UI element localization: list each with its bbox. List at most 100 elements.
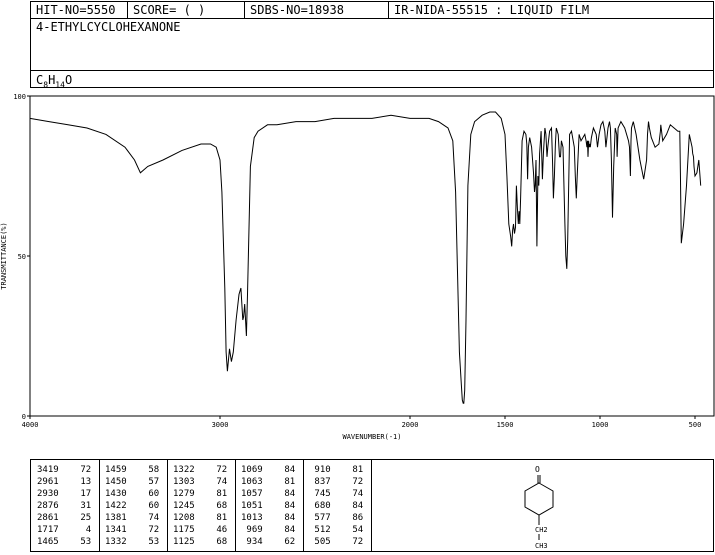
peak-wavenumber: 2876 (37, 501, 59, 511)
peak-wavenumber: 1465 (37, 537, 59, 547)
y-axis-label: TRANSMITTANCE(%) (0, 222, 8, 289)
peak-wavenumber: 2861 (37, 513, 59, 523)
peak-wavenumber: 1430 (105, 489, 127, 499)
peak-wavenumber: 1332 (105, 537, 127, 547)
spectrum-line (29, 111, 702, 404)
peak-row: 934 62 (241, 536, 295, 548)
peak-transmittance: 74 (137, 513, 160, 523)
header-bar: HIT-NO=5550 SCORE= ( ) SDBS-NO=18938 IR-… (30, 1, 714, 19)
peak-transmittance: 25 (69, 513, 92, 523)
peak-wavenumber: 1450 (105, 477, 127, 487)
molecular-formula: C8H14O (36, 73, 73, 90)
peak-column: 1322 72 1303 74 1279 81 1245 68 1208 81 1175 … (173, 464, 227, 548)
peak-transmittance: 72 (341, 477, 364, 487)
oxygen-label: O (535, 465, 540, 474)
peak-row: 2861 25 (37, 512, 91, 524)
peak-wavenumber: 680 (309, 501, 331, 511)
peak-row: 1381 74 (105, 512, 159, 524)
peak-row: 1125 68 (173, 536, 227, 548)
peak-row: 1069 84 (241, 464, 295, 476)
peak-row: 1208 81 (173, 512, 227, 524)
peak-wavenumber: 745 (309, 489, 331, 499)
peak-row: 969 84 (241, 524, 295, 536)
peak-transmittance: 84 (273, 513, 296, 523)
peak-row: 1450 57 (105, 476, 159, 488)
peak-row: 1459 58 (105, 464, 159, 476)
peak-row: 1422 60 (105, 500, 159, 512)
peak-transmittance: 68 (205, 537, 228, 547)
peak-transmittance: 60 (137, 489, 160, 499)
peak-wavenumber: 1381 (105, 513, 127, 523)
peak-wavenumber: 1063 (241, 477, 263, 487)
peak-transmittance: 81 (273, 477, 296, 487)
peak-row: 512 54 (309, 524, 363, 536)
peak-wavenumber: 1069 (241, 465, 263, 475)
peak-row: 2876 31 (37, 500, 91, 512)
y-tick-label: 100 (13, 93, 26, 101)
peak-wavenumber: 1422 (105, 501, 127, 511)
peak-wavenumber: 2961 (37, 477, 59, 487)
peak-transmittance: 74 (205, 477, 228, 487)
formula-divider (31, 70, 713, 71)
peak-row: 1245 68 (173, 500, 227, 512)
cyclohexane-ring (524, 482, 554, 516)
sdbs-number: SDBS-NO=18938 (245, 2, 389, 19)
peak-transmittance: 72 (341, 537, 364, 547)
peak-wavenumber: 837 (309, 477, 331, 487)
peak-transmittance: 31 (69, 501, 92, 511)
peak-transmittance: 68 (205, 501, 228, 511)
peak-row: 1057 84 (241, 488, 295, 500)
peak-transmittance: 74 (341, 489, 364, 499)
peak-wavenumber: 910 (309, 465, 331, 475)
peak-transmittance: 72 (137, 525, 160, 535)
peak-row: 2961 13 (37, 476, 91, 488)
peak-wavenumber: 1341 (105, 525, 127, 535)
peak-wavenumber: 1279 (173, 489, 195, 499)
x-tick-label: 500 (689, 421, 702, 429)
peak-transmittance: 53 (137, 537, 160, 547)
molecular-structure: O CH2 CH3 (524, 465, 554, 550)
ch2-label: CH2 (535, 526, 548, 534)
peak-wavenumber: 1322 (173, 465, 195, 475)
peak-row: 505 72 (309, 536, 363, 548)
peak-transmittance: 81 (205, 489, 228, 499)
peak-column-separator (167, 460, 168, 551)
peak-row: 837 72 (309, 476, 363, 488)
compound-name: 4-ETHYLCYCLOHEXANONE (36, 20, 181, 34)
peak-transmittance: 13 (69, 477, 92, 487)
x-tick-label: 1500 (497, 421, 514, 429)
peak-transmittance: 4 (69, 525, 92, 535)
x-tick-label: 1000 (592, 421, 609, 429)
x-tick-label: 4000 (22, 421, 39, 429)
peak-row: 910 81 (309, 464, 363, 476)
peak-row: 1303 74 (173, 476, 227, 488)
peak-row: 1051 84 (241, 500, 295, 512)
peak-row: 1063 81 (241, 476, 295, 488)
ir-info: IR-NIDA-55515 : LIQUID FILM (394, 3, 590, 17)
peak-row: 2930 17 (37, 488, 91, 500)
peak-transmittance: 84 (341, 501, 364, 511)
peak-wavenumber: 505 (309, 537, 331, 547)
peak-row: 1322 72 (173, 464, 227, 476)
peak-column: 1069 84 1063 81 1057 84 1051 84 1013 84 969 … (241, 464, 295, 548)
peak-row: 1175 46 (173, 524, 227, 536)
hit-number: HIT-NO=5550 (31, 2, 128, 19)
peak-row: 1279 81 (173, 488, 227, 500)
peak-transmittance: 84 (273, 489, 296, 499)
x-tick-label: 2000 (402, 421, 419, 429)
peak-wavenumber: 3419 (37, 465, 59, 475)
peak-transmittance: 46 (205, 525, 228, 535)
x-axis-label: WAVENUMBER(-1) (342, 433, 401, 441)
peak-column-separator (303, 460, 304, 551)
peak-row: 1717 4 (37, 524, 91, 536)
peak-transmittance: 60 (137, 501, 160, 511)
peak-transmittance: 84 (273, 525, 296, 535)
peak-transmittance: 57 (137, 477, 160, 487)
peak-transmittance: 86 (341, 513, 364, 523)
peak-row: 1013 84 (241, 512, 295, 524)
peak-row: 1430 60 (105, 488, 159, 500)
peak-wavenumber: 1245 (173, 501, 195, 511)
peak-wavenumber: 1175 (173, 525, 195, 535)
peak-row: 1465 53 (37, 536, 91, 548)
peak-column: 910 81 837 72 745 74 680 84 577 86 512 5… (309, 464, 363, 548)
